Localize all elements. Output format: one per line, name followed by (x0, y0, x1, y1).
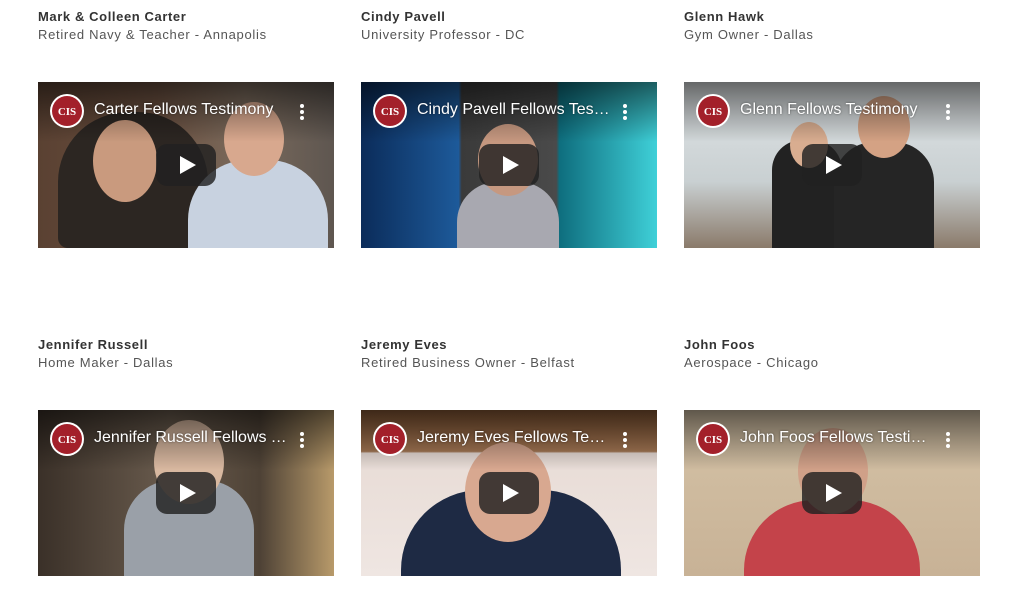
video-player[interactable]: CIS Cindy Pavell Fellows Testimony (361, 82, 657, 248)
testimony-grid: Mark & Colleen Carter Retired Navy & Tea… (0, 0, 1024, 593)
video-title[interactable]: Jennifer Russell Fellows Testimony (94, 429, 290, 447)
cis-logo-icon[interactable]: CIS (696, 422, 730, 456)
video-player[interactable]: CIS Jeremy Eves Fellows Testimony (361, 410, 657, 576)
person-name: Mark & Colleen Carter (38, 9, 187, 24)
video-title[interactable]: Jeremy Eves Fellows Testimony (417, 429, 613, 447)
more-vert-icon[interactable] (940, 430, 956, 450)
cis-logo-icon[interactable]: CIS (696, 94, 730, 128)
video-player[interactable]: CIS Carter Fellows Testimony (38, 82, 334, 248)
play-icon[interactable] (156, 144, 216, 186)
video-player[interactable]: CIS Jennifer Russell Fellows Testimony (38, 410, 334, 576)
cis-logo-icon[interactable]: CIS (373, 422, 407, 456)
svg-text:CIS: CIS (58, 106, 76, 118)
person-name: Jennifer Russell (38, 337, 149, 352)
person-name: John Foos (684, 337, 756, 352)
person-role: Aerospace - Chicago (684, 355, 819, 370)
cis-logo-icon[interactable]: CIS (50, 94, 84, 128)
svg-text:CIS: CIS (58, 434, 76, 446)
video-title[interactable]: John Foos Fellows Testimony (740, 429, 936, 447)
play-icon[interactable] (802, 144, 862, 186)
play-icon[interactable] (479, 144, 539, 186)
person-role: Home Maker - Dallas (38, 355, 174, 370)
video-title[interactable]: Cindy Pavell Fellows Testimony (417, 101, 613, 119)
video-title[interactable]: Carter Fellows Testimony (94, 101, 290, 119)
svg-text:CIS: CIS (704, 434, 722, 446)
play-icon[interactable] (156, 472, 216, 514)
person-role: University Professor - DC (361, 27, 526, 42)
play-icon[interactable] (479, 472, 539, 514)
svg-text:CIS: CIS (381, 106, 399, 118)
person-name: Cindy Pavell (361, 9, 446, 24)
person-role: Retired Navy & Teacher - Annapolis (38, 27, 267, 42)
cis-logo-icon[interactable]: CIS (50, 422, 84, 456)
more-vert-icon[interactable] (294, 102, 310, 122)
video-player[interactable]: CIS Glenn Fellows Testimony (684, 82, 980, 248)
video-player[interactable]: CIS John Foos Fellows Testimony (684, 410, 980, 576)
person-role: Retired Business Owner - Belfast (361, 355, 575, 370)
more-vert-icon[interactable] (294, 430, 310, 450)
person-name: Jeremy Eves (361, 337, 448, 352)
cis-logo-icon[interactable]: CIS (373, 94, 407, 128)
svg-text:CIS: CIS (381, 434, 399, 446)
person-role: Gym Owner - Dallas (684, 27, 814, 42)
more-vert-icon[interactable] (617, 102, 633, 122)
more-vert-icon[interactable] (940, 102, 956, 122)
play-icon[interactable] (802, 472, 862, 514)
video-title[interactable]: Glenn Fellows Testimony (740, 101, 936, 119)
person-name: Glenn Hawk (684, 9, 765, 24)
more-vert-icon[interactable] (617, 430, 633, 450)
svg-text:CIS: CIS (704, 106, 722, 118)
